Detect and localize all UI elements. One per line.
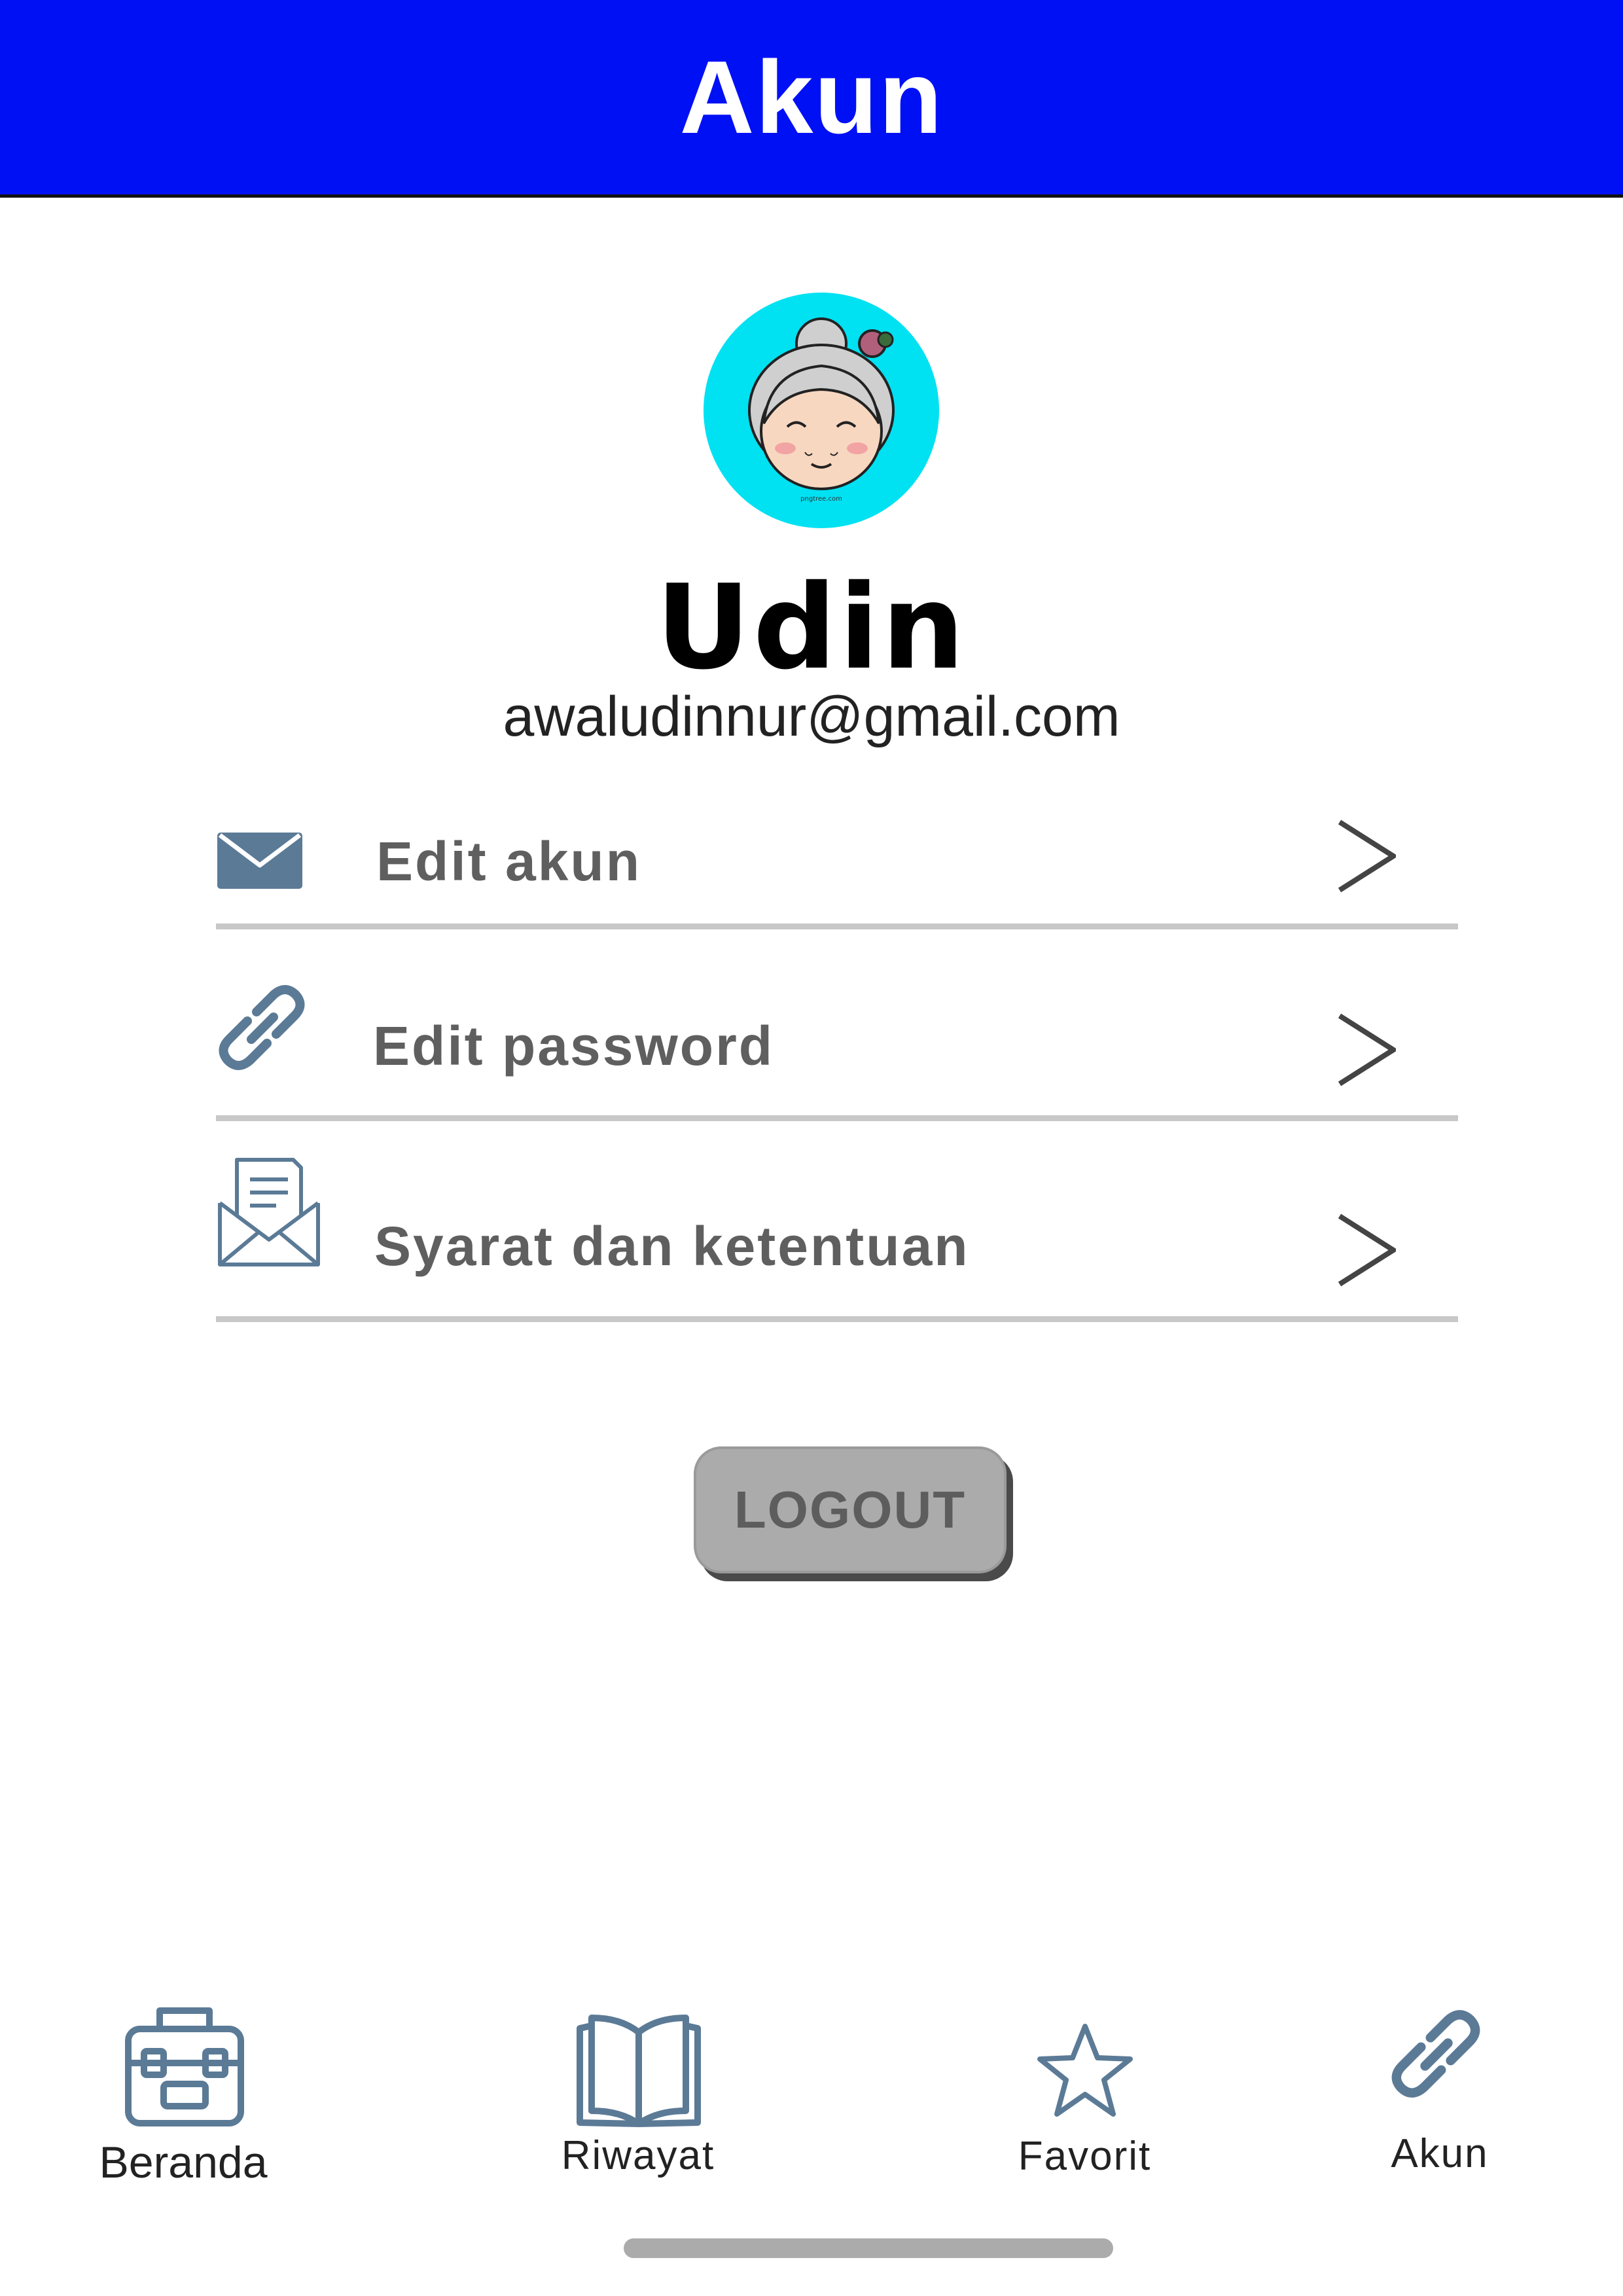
nav-label-favorit: Favorit [1018, 2134, 1152, 2179]
nav-item-akun[interactable]: Akun [1361, 2003, 1518, 2189]
avatar: pngtree.com [704, 293, 939, 528]
nav-label-akun: Akun [1391, 2131, 1489, 2176]
menu-item-syarat-ketentuan[interactable]: Syarat dan ketentuan [216, 1156, 1458, 1322]
menu-label-edit-akun: Edit akun [376, 831, 642, 892]
menu-label-syarat-ketentuan: Syarat dan ketentuan [374, 1215, 970, 1277]
nav-item-riwayat[interactable]: Riwayat [537, 2013, 740, 2189]
logout-button[interactable]: LOGOUT [694, 1446, 1007, 1573]
menu-label-edit-password: Edit password [373, 1015, 775, 1077]
chevron-right-icon [1338, 819, 1396, 893]
chevron-right-icon [1338, 1013, 1396, 1086]
menu-item-edit-akun[interactable]: Edit akun [216, 818, 1458, 929]
avatar-watermark: pngtree.com [800, 495, 842, 503]
profile-email: awaludinnur@gmail.com [503, 685, 1120, 748]
star-icon [1037, 2024, 1133, 2117]
avatar-illustration: pngtree.com [748, 317, 895, 503]
book-icon [577, 2015, 701, 2127]
nav-label-riwayat: Riwayat [561, 2133, 715, 2178]
envelope-icon [217, 833, 302, 889]
nav-item-beranda[interactable]: Beranda [85, 2003, 281, 2193]
briefcase-icon [125, 2007, 244, 2126]
profile-name: Udin [656, 560, 967, 695]
nav-label-beranda: Beranda [99, 2138, 268, 2187]
chevron-right-icon [1338, 1213, 1396, 1287]
app-header: Akun [0, 0, 1623, 198]
link-icon [219, 985, 305, 1070]
nav-item-favorit[interactable]: Favorit [995, 2022, 1175, 2189]
page-title: Akun [679, 39, 944, 155]
menu-item-edit-password[interactable]: Edit password [216, 982, 1458, 1121]
home-indicator [624, 2238, 1113, 2258]
open-letter-icon [218, 1158, 320, 1266]
link-icon [1391, 2010, 1480, 2098]
